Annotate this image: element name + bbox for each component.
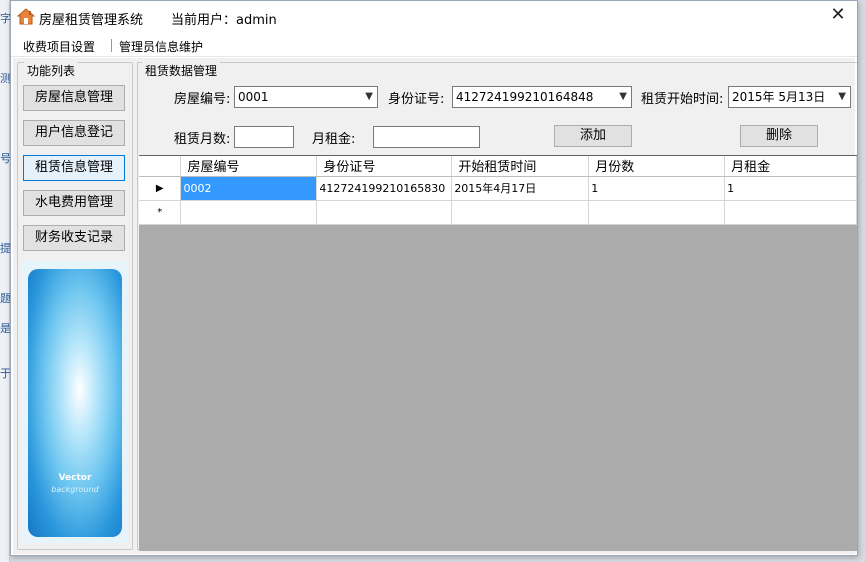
promo-image: Vector background bbox=[22, 261, 128, 543]
table-cell[interactable]: 0002 bbox=[180, 176, 318, 201]
house-info-button[interactable]: 房屋信息管理 bbox=[23, 85, 125, 111]
promo-subtitle: background bbox=[51, 485, 99, 494]
promo-title: Vector bbox=[58, 473, 92, 483]
table-cell[interactable]: 2015年4月17日 bbox=[451, 176, 590, 201]
chevron-down-icon: ▼ bbox=[365, 91, 373, 102]
rental-data-legend: 租赁数据管理 bbox=[142, 62, 221, 79]
background-glyph: 题 bbox=[0, 292, 10, 305]
row-indicator-new[interactable]: * bbox=[139, 200, 182, 225]
close-icon[interactable]: ✕ bbox=[827, 4, 849, 26]
id-label: 身份证号: bbox=[388, 92, 445, 107]
rent-label: 月租金: bbox=[312, 132, 356, 147]
menu-bar: 收费项目设置 管理员信息维护 bbox=[11, 33, 857, 57]
background-glyph: 字 bbox=[0, 12, 10, 25]
column-header-months[interactable]: 月份数 bbox=[588, 156, 726, 177]
table-cell[interactable] bbox=[588, 200, 726, 225]
chevron-down-icon: ▼ bbox=[619, 91, 627, 102]
rent-input[interactable] bbox=[373, 126, 480, 148]
utility-fee-button[interactable]: 水电费用管理 bbox=[23, 190, 125, 216]
table-cell[interactable]: 412724199210165830 bbox=[316, 176, 453, 201]
menu-separator bbox=[111, 39, 112, 52]
app-title: 房屋租赁管理系统 bbox=[39, 13, 144, 28]
rental-data-group: 租赁数据管理 房屋编号: 0001 ▼ 身份证号: 41272419921016… bbox=[137, 62, 857, 551]
background-glyph: 提 bbox=[0, 242, 10, 255]
finance-record-button[interactable]: 财务收支记录 bbox=[23, 225, 125, 251]
main-window: 房屋租赁管理系统 当前用户：admin ✕ 收费项目设置 管理员信息维护 功能列… bbox=[10, 0, 858, 556]
client-area: 功能列表 房屋信息管理 用户信息登记 租赁信息管理 水电费用管理 财务收支记录 … bbox=[13, 58, 857, 554]
title-bar: 房屋租赁管理系统 当前用户：admin ✕ bbox=[11, 1, 857, 33]
delete-button[interactable]: 删除 bbox=[740, 125, 818, 147]
row-header-corner bbox=[139, 156, 182, 177]
table-cell[interactable] bbox=[724, 200, 857, 225]
start-date-label: 租赁开始时间: bbox=[641, 92, 724, 107]
id-combo[interactable]: 412724199210164848 ▼ bbox=[452, 86, 632, 108]
current-user-label: 当前用户：admin bbox=[171, 13, 277, 28]
background-window-edge: 字 测 号 提 题 是 于 bbox=[0, 0, 10, 562]
table-cell[interactable] bbox=[180, 200, 318, 225]
user-register-button[interactable]: 用户信息登记 bbox=[23, 120, 125, 146]
function-list-legend: 功能列表 bbox=[24, 62, 79, 79]
months-input[interactable] bbox=[234, 126, 294, 148]
row-indicator-current[interactable]: ▶ bbox=[139, 176, 182, 201]
chevron-down-icon: ▼ bbox=[838, 91, 846, 102]
function-list-group: 功能列表 房屋信息管理 用户信息登记 租赁信息管理 水电费用管理 财务收支记录 … bbox=[17, 62, 133, 550]
menu-admin-maintenance[interactable]: 管理员信息维护 bbox=[119, 38, 203, 55]
house-no-value: 0001 bbox=[238, 90, 269, 104]
start-date-value: 2015年 5月13日 bbox=[732, 90, 826, 104]
rental-info-button[interactable]: 租赁信息管理 bbox=[23, 155, 125, 181]
background-glyph: 于 bbox=[0, 367, 10, 380]
table-row[interactable]: ▶ 0002 412724199210165830 2015年4月17日 1 1 bbox=[139, 176, 857, 201]
column-header-house-no[interactable]: 房屋编号 bbox=[180, 156, 318, 177]
house-icon bbox=[17, 8, 35, 25]
months-label: 租赁月数: bbox=[174, 132, 231, 147]
house-no-combo[interactable]: 0001 ▼ bbox=[234, 86, 378, 108]
background-glyph: 测 bbox=[0, 72, 10, 85]
table-cell[interactable]: 1 bbox=[588, 176, 726, 201]
promo-card: Vector background bbox=[28, 269, 122, 537]
table-cell[interactable]: 1 bbox=[724, 176, 857, 201]
id-value: 412724199210164848 bbox=[456, 90, 594, 104]
rental-table: 房屋编号 身份证号 开始租赁时间 月份数 月租金 ▶ 0002 41272419… bbox=[139, 156, 857, 225]
table-cell[interactable] bbox=[316, 200, 453, 225]
house-no-label: 房屋编号: bbox=[174, 92, 231, 107]
background-glyph: 号 bbox=[0, 152, 10, 165]
table-cell[interactable] bbox=[451, 200, 590, 225]
column-header-id[interactable]: 身份证号 bbox=[316, 156, 453, 177]
start-date-picker[interactable]: 2015年 5月13日 ▼ bbox=[728, 86, 851, 108]
menu-fee-settings[interactable]: 收费项目设置 bbox=[23, 38, 95, 55]
add-button[interactable]: 添加 bbox=[554, 125, 632, 147]
column-header-rent[interactable]: 月租金 bbox=[724, 156, 857, 177]
column-header-start-date[interactable]: 开始租赁时间 bbox=[451, 156, 590, 177]
table-row-new[interactable]: * bbox=[139, 200, 857, 225]
rental-datagrid[interactable]: 房屋编号 身份证号 开始租赁时间 月份数 月租金 ▶ 0002 41272419… bbox=[139, 155, 857, 551]
grid-header-row: 房屋编号 身份证号 开始租赁时间 月份数 月租金 bbox=[139, 156, 857, 177]
background-glyph: 是 bbox=[0, 322, 10, 335]
